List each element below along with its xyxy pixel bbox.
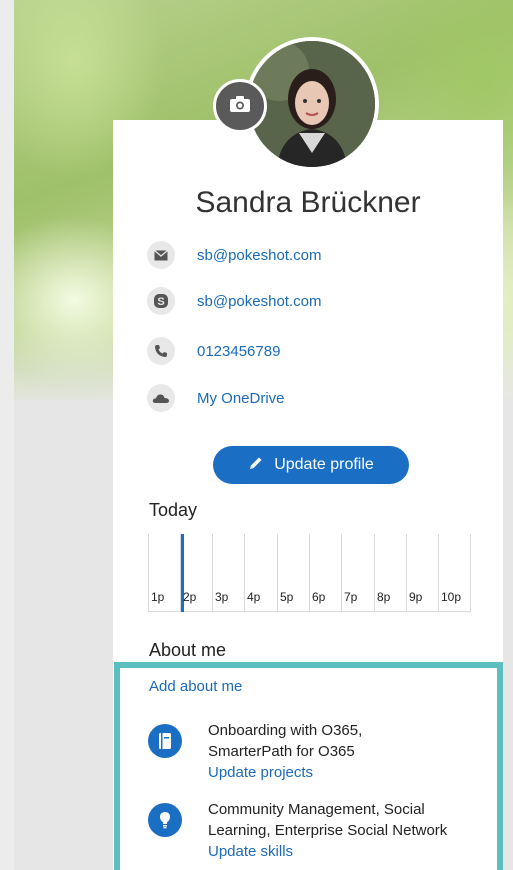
update-projects-link[interactable]: Update projects: [208, 762, 362, 783]
pencil-icon: [248, 455, 274, 476]
change-photo-button[interactable]: [213, 79, 267, 133]
add-about-me-link[interactable]: Add about me: [149, 678, 242, 695]
lightbulb-icon: [148, 803, 182, 837]
timeline-hour-label: 3p: [215, 590, 229, 604]
phone-icon: [147, 337, 175, 365]
about-me-title: About me: [149, 640, 227, 660]
timeline-hour-label: 7p: [344, 590, 358, 604]
profile-name: Sandra Brückner: [195, 186, 421, 219]
contact-onedrive[interactable]: My OneDrive: [147, 382, 285, 414]
skills-text-line2: Learning, Enterprise Social Network: [208, 822, 448, 839]
timeline-hour-label: 2p: [183, 590, 197, 604]
timeline-gridline: [212, 534, 213, 612]
timeline-hour-label: 9p: [409, 590, 423, 604]
timeline-hour-label: 8p: [377, 590, 391, 604]
contact-phone-value[interactable]: 0123456789: [197, 343, 280, 360]
timeline-gridline: [374, 534, 375, 612]
projects-item: Onboarding with O365, SmarterPath for O3…: [208, 720, 362, 783]
camera-icon: [229, 95, 251, 118]
timeline-gridline: [244, 534, 245, 612]
contact-skype[interactable]: S sb@pokeshot.com: [147, 285, 321, 317]
timeline-gridline: [341, 534, 342, 612]
timeline-hour-label: 5p: [280, 590, 294, 604]
today-title: Today: [149, 500, 198, 520]
timeline-gridline: [438, 534, 439, 612]
contact-email-value[interactable]: sb@pokeshot.com: [197, 247, 321, 264]
projects-icon: [148, 724, 182, 758]
skills-item: Community Management, Social Learning, E…: [208, 799, 447, 862]
timeline-hour-label: 1p: [151, 590, 165, 604]
contact-onedrive-value[interactable]: My OneDrive: [197, 390, 285, 407]
timeline-gridline: [406, 534, 407, 612]
projects-text-line1: Onboarding with O365,: [208, 722, 363, 739]
update-profile-button[interactable]: Update profile: [213, 446, 409, 484]
update-skills-link[interactable]: Update skills: [208, 841, 447, 862]
skype-icon: S: [147, 287, 175, 315]
timeline-gridline: [148, 534, 149, 612]
timeline-gridline: [470, 534, 471, 612]
mail-icon: [147, 241, 175, 269]
timeline-hour-label: 4p: [247, 590, 261, 604]
timeline-hour-label: 10p: [441, 590, 462, 604]
contact-phone[interactable]: 0123456789: [147, 335, 280, 367]
onedrive-icon: [147, 384, 175, 412]
timeline-gridline: [309, 534, 310, 612]
svg-text:S: S: [157, 296, 164, 308]
timeline-hour-label: 6p: [312, 590, 326, 604]
avatar-photo: [249, 41, 375, 167]
contact-skype-value[interactable]: sb@pokeshot.com: [197, 293, 321, 310]
today-timeline: 1p 2p 3p 4p 5p 6p 7p 8p 9p 10p: [148, 534, 471, 612]
update-profile-label: Update profile: [274, 456, 374, 473]
contact-email[interactable]: sb@pokeshot.com: [147, 239, 321, 271]
projects-text-line2: SmarterPath for O365: [208, 743, 355, 760]
skills-text-line1: Community Management, Social: [208, 801, 425, 818]
left-margin: [0, 0, 14, 870]
timeline-baseline: [148, 611, 471, 612]
timeline-gridline: [277, 534, 278, 612]
